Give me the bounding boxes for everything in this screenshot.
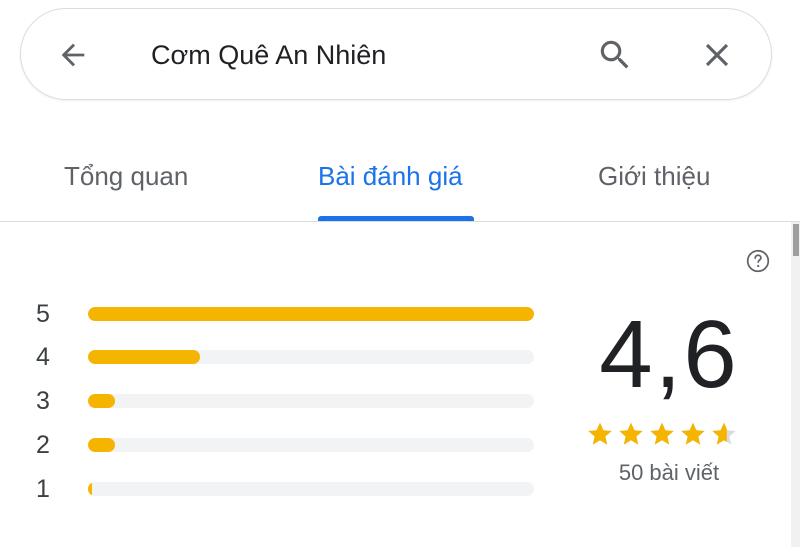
review-count-link[interactable]: 50 bài viết: [584, 458, 754, 488]
back-button[interactable]: [51, 33, 95, 77]
average-rating-score: 4,6: [599, 301, 739, 408]
search-button[interactable]: [593, 33, 637, 77]
close-icon: [705, 43, 729, 67]
star-icon: [588, 422, 612, 445]
rating-row-2[interactable]: 2: [36, 430, 536, 460]
rating-bar-track: [88, 482, 534, 496]
scrollbar-thumb[interactable]: [793, 224, 799, 256]
search-icon: [600, 40, 629, 69]
rating-row-label: 1: [36, 475, 50, 503]
rating-row-label: 5: [36, 300, 50, 328]
tab-bar: Tổng quan Bài đánh giá Giới thiệu: [0, 140, 800, 222]
rating-bar-track: [88, 307, 534, 321]
star-icon: [681, 422, 705, 445]
rating-bar-track: [88, 438, 534, 452]
help-circle-icon[interactable]: [745, 248, 771, 274]
search-bar: Cơm Quê An Nhiên: [20, 8, 772, 100]
rating-bar-track: [88, 394, 534, 408]
rating-bar-fill: [88, 350, 200, 364]
place-reviews-panel: Cơm Quê An Nhiên Tổng quan Bài đánh giá …: [0, 0, 800, 547]
star-icon: [712, 422, 736, 445]
star-rating: [586, 420, 738, 454]
tab-divider: [0, 221, 800, 222]
rating-row-4[interactable]: 4: [36, 342, 536, 372]
rating-bar-track: [88, 350, 534, 364]
star-icon: [650, 422, 674, 445]
tab-about[interactable]: Giới thiệu: [598, 158, 710, 194]
rating-row-3[interactable]: 3: [36, 386, 536, 416]
rating-bar-fill: [88, 438, 115, 452]
rating-bar-fill: [88, 482, 93, 496]
close-button[interactable]: [695, 33, 739, 77]
rating-row-label: 2: [36, 431, 50, 459]
rating-bar-fill: [88, 307, 534, 321]
scrollbar-track[interactable]: [791, 222, 800, 547]
rating-row-5[interactable]: 5: [36, 299, 536, 329]
arrow-back-icon: [61, 43, 85, 67]
tab-overview[interactable]: Tổng quan: [64, 158, 188, 194]
rating-row-label: 4: [36, 343, 50, 371]
search-input[interactable]: Cơm Quê An Nhiên: [151, 37, 386, 73]
star-icon: [619, 422, 643, 445]
rating-bar-fill: [88, 394, 115, 408]
tab-reviews[interactable]: Bài đánh giá: [318, 158, 463, 194]
rating-row-1[interactable]: 1: [36, 474, 536, 504]
rating-row-label: 3: [36, 387, 50, 415]
